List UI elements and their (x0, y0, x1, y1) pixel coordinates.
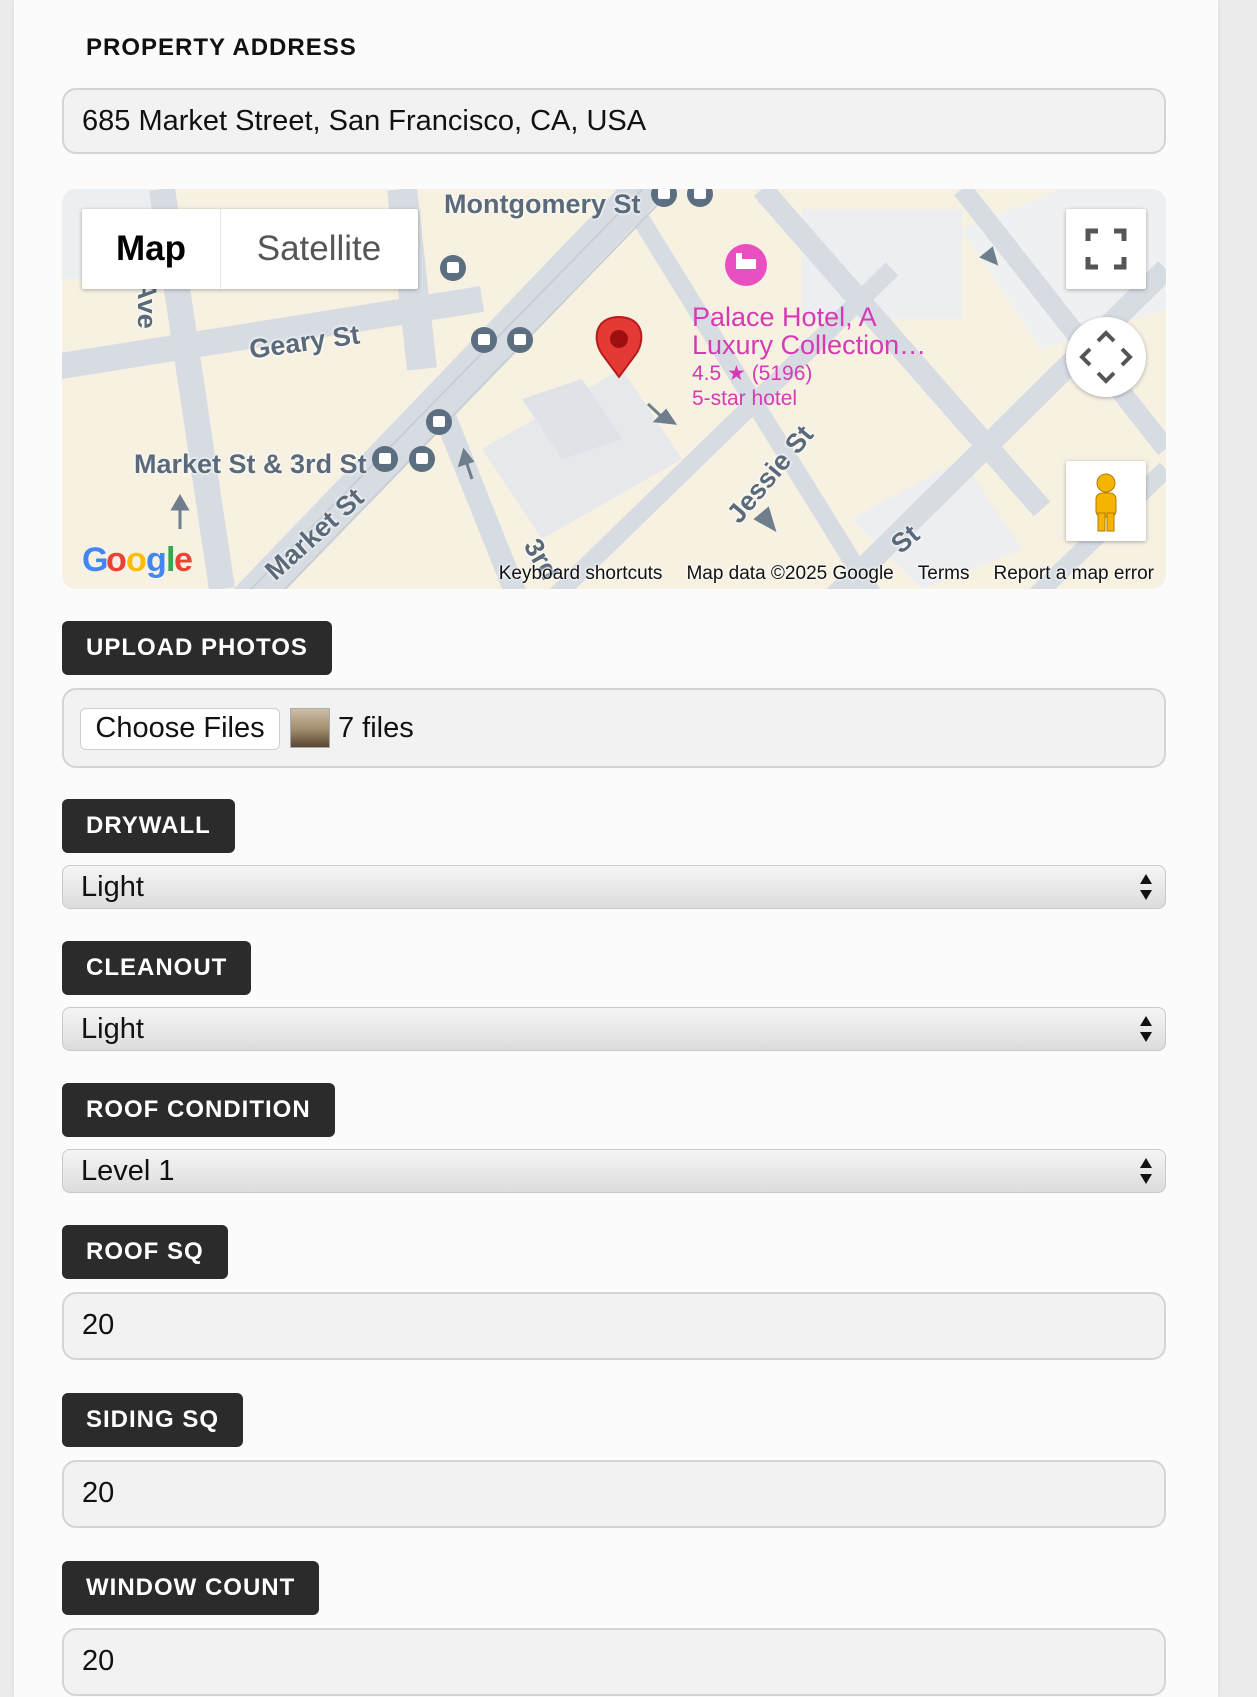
camera-control-button[interactable] (1066, 317, 1146, 397)
camera-move-icon (1079, 330, 1133, 384)
cleanout-select-value: Light (81, 1013, 144, 1045)
poi-name-line1[interactable]: Palace Hotel, A (692, 303, 877, 331)
poi-rating: 4.5 ★ (5196) (692, 362, 813, 385)
drywall-select-value: Light (81, 871, 144, 903)
street-view-button[interactable] (1066, 461, 1146, 541)
map-data-attribution: Map data ©2025 Google (686, 563, 894, 584)
roof-sq-input[interactable]: 20 (62, 1292, 1166, 1360)
poi-category: 5-star hotel (692, 387, 798, 410)
svg-text:o: o (126, 541, 147, 579)
choose-files-button[interactable]: Choose Files (80, 708, 280, 750)
file-count: 7 files (338, 712, 414, 744)
siding-sq-input[interactable]: 20 (62, 1460, 1166, 1528)
select-arrows-icon (1140, 1158, 1152, 1184)
map-type-satellite-button[interactable]: Satellite (221, 209, 417, 289)
terms-link[interactable]: Terms (918, 563, 970, 585)
file-thumbnail (290, 708, 330, 748)
drywall-select[interactable]: Light (62, 865, 1166, 909)
svg-text:o: o (106, 541, 127, 579)
window-count-label: WINDOW COUNT (62, 1561, 320, 1615)
svg-text:g: g (146, 541, 167, 579)
report-map-error-link[interactable]: Report a map error (993, 563, 1154, 585)
street-label-market-3rd: Market St & 3rd St (134, 449, 367, 479)
roof-condition-select[interactable]: Level 1 (62, 1149, 1166, 1193)
upload-photos-label: UPLOAD PHOTOS (62, 621, 332, 675)
pegman-icon (1095, 473, 1117, 532)
map-type-map-button[interactable]: Map (82, 209, 221, 289)
street-label-montgomery: Montgomery St (444, 189, 641, 219)
svg-text:e: e (174, 541, 193, 579)
property-address-input[interactable]: 685 Market Street, San Francisco, CA, US… (62, 88, 1166, 154)
map-type-toggle: Map Satellite (82, 209, 418, 289)
map-widget[interactable]: G o o g l e Montgomery St Geary St Marke… (62, 189, 1166, 589)
fullscreen-button[interactable] (1066, 209, 1146, 289)
keyboard-shortcuts-link[interactable]: Keyboard shortcuts (499, 563, 663, 585)
cleanout-select[interactable]: Light (62, 1007, 1166, 1051)
select-arrows-icon (1140, 874, 1152, 900)
map-footer: Keyboard shortcuts Map data ©2025 Google… (499, 563, 1154, 585)
poi-name-line2[interactable]: Luxury Collection… (692, 331, 926, 359)
svg-text:G: G (82, 541, 108, 579)
cleanout-label: CLEANOUT (62, 941, 252, 995)
siding-sq-label: SIDING SQ (62, 1393, 244, 1447)
roof-condition-select-value: Level 1 (81, 1155, 175, 1187)
fullscreen-icon (1085, 228, 1127, 270)
roof-sq-label: ROOF SQ (62, 1225, 228, 1279)
property-address-label: PROPERTY ADDRESS (86, 34, 357, 61)
select-arrows-icon (1140, 1016, 1152, 1042)
drywall-label: DRYWALL (62, 799, 235, 853)
roof-condition-label: ROOF CONDITION (62, 1083, 335, 1137)
form-panel: PROPERTY ADDRESS 685 Market Street, San … (14, 0, 1218, 1697)
window-count-input[interactable]: 20 (62, 1628, 1166, 1696)
photo-file-input[interactable]: Choose Files 7 files (62, 688, 1166, 768)
